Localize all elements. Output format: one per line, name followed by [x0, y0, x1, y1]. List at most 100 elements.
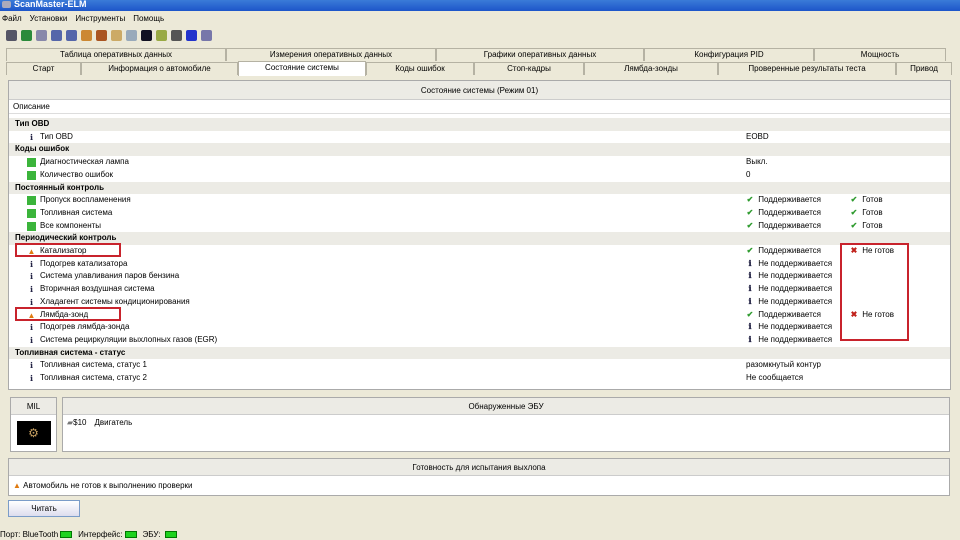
- chat-icon[interactable]: [126, 29, 137, 41]
- toolbar: [0, 27, 960, 43]
- gauge-icon[interactable]: [171, 29, 182, 41]
- group-header: Топливная система - статус: [9, 346, 950, 360]
- info-icon[interactable]: [186, 29, 197, 41]
- tab-6[interactable]: Проверенные результаты теста: [718, 62, 896, 75]
- list-item[interactable]: ℹ Хладагент системы кондиционирования ℹ Не…: [9, 296, 950, 309]
- list-item[interactable]: ℹ Тип OBD EOBD: [9, 131, 950, 144]
- value-text: Не поддерживается: [758, 271, 833, 281]
- window-title: ScanMaster-ELM: [14, 0, 87, 9]
- tab-2[interactable]: Графики оперативных данных: [436, 48, 644, 61]
- status-port: Порт: BlueTooth: [0, 530, 73, 540]
- list-item[interactable]: ℹ Подогрев лямбда-зонда ℹ Не поддерживаетс…: [9, 321, 950, 334]
- item-value: ✔ Поддерживается: [744, 194, 821, 207]
- item-label: Тип OBD: [40, 131, 73, 141]
- list-item[interactable]: Топливная система ✔ Поддерживается ✔ Готов: [9, 207, 950, 220]
- value-text: Не сообщается: [746, 373, 804, 382]
- check-icon: ✔: [850, 195, 858, 205]
- list-item[interactable]: Пропуск воспламенения ✔ Поддерживается ✔ Г…: [9, 194, 950, 207]
- readiness-message: Автомобиль не готов к выполнению проверк…: [23, 481, 193, 490]
- chart-icon[interactable]: [66, 29, 77, 41]
- column-description[interactable]: Описание: [13, 100, 50, 113]
- item-value: ℹ Не поддерживается: [744, 258, 832, 271]
- menu-item[interactable]: Инструменты: [75, 12, 125, 25]
- list-item[interactable]: ℹ Система улавливания паров бензина ℹ Не п…: [9, 270, 950, 283]
- exit-icon[interactable]: [201, 29, 212, 41]
- check-icon: ✔: [746, 207, 754, 217]
- green-status-icon: [27, 170, 36, 180]
- menu-item[interactable]: Файл: [2, 12, 22, 25]
- value-text: Поддерживается: [758, 207, 822, 217]
- item-value: 0: [746, 169, 750, 182]
- mil-box: MIL ⚙: [10, 397, 57, 452]
- item-status: ✔ Готов: [848, 207, 883, 220]
- value-text: Не поддерживается: [758, 334, 833, 344]
- tab-0[interactable]: Старт: [6, 62, 81, 75]
- list-item[interactable]: Диагностическая лампа Выкл.: [9, 156, 950, 169]
- list-item[interactable]: ℹ Вторичная воздушная система ℹ Не поддерж…: [9, 283, 950, 296]
- color-chart-icon[interactable]: [81, 29, 92, 41]
- info-icon: ℹ: [29, 297, 34, 307]
- value-text: Не поддерживается: [758, 322, 833, 332]
- highlight-box: [840, 243, 909, 341]
- globe-icon[interactable]: [21, 29, 32, 41]
- document-icon[interactable]: [36, 29, 47, 41]
- menu-bar: Файл Установки Инструменты Помощь: [0, 12, 960, 25]
- wrench-icon[interactable]: [6, 29, 17, 41]
- check-icon: ✔: [850, 220, 858, 230]
- item-label: Топливная система, статус 2: [40, 373, 147, 382]
- status-text: Готов: [862, 195, 883, 205]
- item-label: Топливная система, статус 1: [40, 360, 147, 370]
- tab-4[interactable]: Стоп-кадры: [474, 62, 584, 75]
- tab-1[interactable]: Информация о автомобиле: [81, 62, 238, 75]
- value-text: Не поддерживается: [758, 284, 833, 294]
- list-item[interactable]: Все компоненты ✔ Поддерживается ✔ Готов: [9, 220, 950, 233]
- item-value: ℹ Не поддерживается: [744, 270, 832, 283]
- list-item[interactable]: ▲ Катализатор ✔ Поддерживается ✖ Не готов: [9, 245, 950, 258]
- item-label: Система улавливания паров бензина: [40, 271, 180, 281]
- item-label: Подогрев катализатора: [40, 258, 128, 268]
- menu-item[interactable]: Установки: [30, 12, 68, 25]
- status-text: Готов: [862, 220, 883, 230]
- list-item[interactable]: ℹ Топливная система, статус 1 разомкнутый …: [9, 359, 950, 372]
- tab-2[interactable]: Состояние системы: [238, 61, 366, 76]
- item-value: ℹ Не поддерживается: [744, 334, 832, 347]
- info-icon: ℹ: [29, 323, 34, 333]
- value-text: Поддерживается: [758, 309, 822, 319]
- terminal-icon[interactable]: [141, 29, 152, 41]
- read-button[interactable]: Читать: [8, 500, 80, 517]
- info-icon: ℹ: [29, 285, 34, 295]
- tab-3[interactable]: Коды ошибок: [366, 62, 474, 75]
- tab-4[interactable]: Мощность: [814, 48, 946, 61]
- menu-item[interactable]: Помощь: [133, 12, 164, 25]
- item-label: Количество ошибок: [40, 169, 114, 179]
- check-icon: ✔: [746, 195, 754, 205]
- info-icon: ℹ: [748, 258, 752, 268]
- tab-3[interactable]: Конфигурация PID: [644, 48, 814, 61]
- clipboard-icon[interactable]: [111, 29, 122, 41]
- panel-title: Состояние системы (Режим 01): [9, 81, 950, 100]
- list-item[interactable]: ℹ Система рециркуляции выхлопных газов (E…: [9, 334, 950, 347]
- green-status-icon: [27, 208, 36, 218]
- person-icon[interactable]: [96, 29, 107, 41]
- status-bar: Порт: BlueTooth Интерфейс: ЭБУ:: [0, 530, 960, 540]
- ecu-name: Двигатель: [94, 418, 133, 427]
- list-item[interactable]: Количество ошибок 0: [9, 169, 950, 182]
- green-status-icon: [27, 196, 36, 206]
- list-item[interactable]: ℹ Топливная система, статус 2 Не сообщаетс…: [9, 372, 950, 385]
- tab-7[interactable]: Привод: [896, 62, 952, 75]
- status-interface: Интерфейс:: [78, 530, 137, 540]
- battery-icon[interactable]: [156, 29, 167, 41]
- tab-0[interactable]: Таблица оперативных данных: [6, 48, 226, 61]
- highlight-box: [15, 243, 121, 257]
- ecu-item[interactable]: ▰$10 Двигатель: [63, 415, 949, 430]
- green-status-icon: [27, 221, 36, 231]
- table-icon[interactable]: [51, 29, 62, 41]
- item-value: ✔ Поддерживается: [744, 220, 821, 233]
- list-item[interactable]: ℹ Подогрев катализатора ℹ Не поддерживаетс…: [9, 258, 950, 271]
- item-value: ✔ Поддерживается: [744, 245, 821, 258]
- highlight-box: [15, 306, 121, 321]
- engine-icon: ⚙: [16, 421, 51, 445]
- tab-5[interactable]: Лямбда-зонды: [584, 62, 718, 75]
- tab-1[interactable]: Измерения оперативных данных: [226, 48, 436, 61]
- list-item[interactable]: ▲ Лямбда-зонд ✔ Поддерживается ✖ Не готов: [9, 309, 950, 322]
